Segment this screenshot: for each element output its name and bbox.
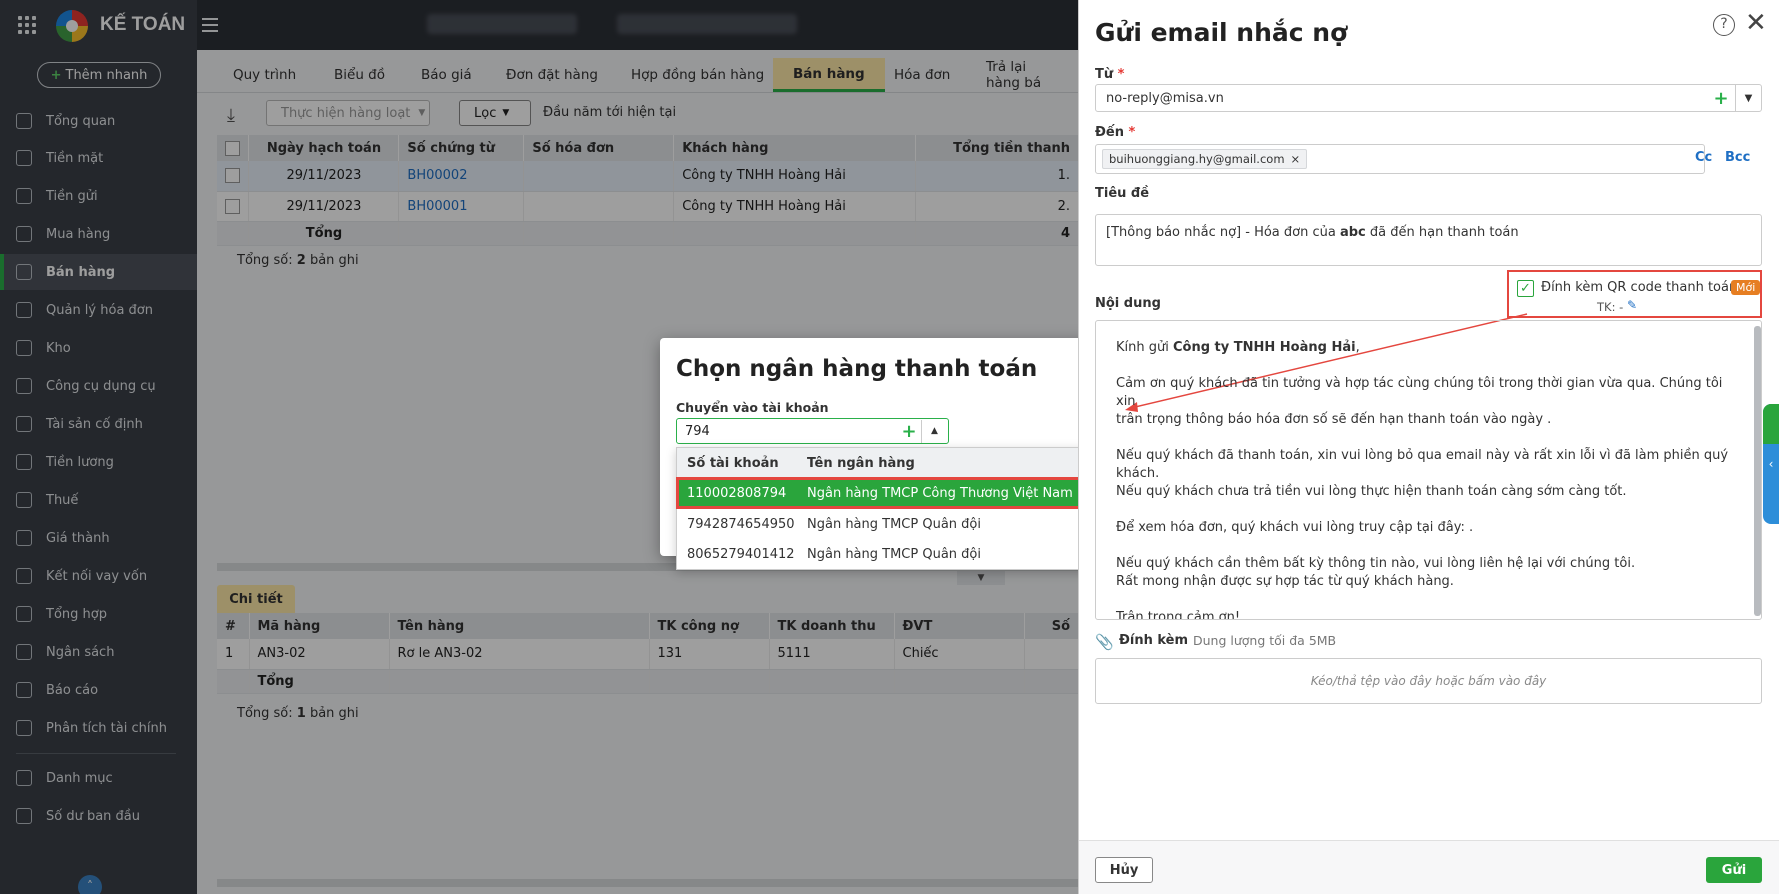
vertical-scrollbar[interactable] <box>1754 326 1761 616</box>
dropdown-option[interactable]: 110002808794 Ngân hàng TMCP Công Thương … <box>676 477 1117 509</box>
attach-label: Đính kèm <box>1119 633 1189 648</box>
paragraph-line: trân trọng thông báo hóa đơn số sẽ đến h… <box>1116 412 1552 427</box>
account-field-label: Chuyển vào tài khoản <box>676 400 829 415</box>
email-panel: Gửi email nhắc nợ ? ✕ Từ * no-reply@misa… <box>1078 0 1779 894</box>
attach-hint: Dung lượng tối đa 5MB <box>1193 633 1337 648</box>
caret-up-icon[interactable]: ▲ <box>921 419 947 443</box>
paragraph-line: Rất mong nhận được sự hợp tác từ quý khá… <box>1116 574 1454 589</box>
option-bank: Ngân hàng TMCP Quân đội <box>807 516 981 532</box>
paragraph: Để xem hóa đơn, quý khách vui lòng truy … <box>1116 520 1474 535</box>
close-icon[interactable]: ✕ <box>1745 10 1767 36</box>
option-account: 7942874654950 <box>687 516 795 532</box>
option-account: 8065279401412 <box>687 546 795 562</box>
dropdown-option[interactable]: 7942874654950 Ngân hàng TMCP Quân đội <box>677 509 1116 539</box>
greeting-suffix: , <box>1355 340 1360 355</box>
option-bank: Ngân hàng TMCP Quân đội <box>807 546 981 562</box>
paragraph-line: Nếu quý khách đã thanh toán, xin vui lòn… <box>1116 448 1729 481</box>
new-badge: Mới <box>1731 280 1761 295</box>
chevron-down-icon[interactable]: ▼ <box>1735 85 1761 111</box>
email-body-editor[interactable]: Kính gửi Công ty TNHH Hoàng Hải, Cảm ơn … <box>1095 320 1762 620</box>
thanks-line: Trân trọng cảm ơn! <box>1116 610 1241 620</box>
to-label: Đến * <box>1095 125 1135 140</box>
account-dropdown: Số tài khoản Tên ngân hàng 110002808794 … <box>676 447 1117 570</box>
plus-icon[interactable]: + <box>1707 88 1735 109</box>
from-field[interactable]: no-reply@misa.vn + ▼ <box>1095 84 1762 112</box>
remove-icon[interactable]: × <box>1291 152 1301 166</box>
greeting-prefix: Kính gửi <box>1116 340 1173 355</box>
subject-prefix: [Thông báo nhắc nợ] - Hóa đơn của <box>1106 225 1340 240</box>
greeting: Kính gửi Công ty TNHH Hoàng Hải, <box>1116 339 1741 357</box>
column-header: Tên ngân hàng <box>807 455 915 471</box>
greeting-name: Công ty TNHH Hoàng Hải <box>1172 340 1356 355</box>
send-button[interactable]: Gửi <box>1706 857 1762 883</box>
qr-label: Đính kèm QR code thanh toán <box>1541 280 1738 295</box>
cc-link[interactable]: Cc <box>1695 150 1712 165</box>
side-green-tab[interactable] <box>1763 404 1779 444</box>
column-header: Số tài khoản <box>687 455 779 471</box>
from-value: no-reply@misa.vn <box>1106 90 1224 106</box>
paragraph-line: Nếu quý khách cần thêm bất kỳ thông tin … <box>1116 556 1636 571</box>
paragraph: Nếu quý khách đã thanh toán, xin vui lòn… <box>1116 447 1741 501</box>
subject-label: Tiêu đề <box>1095 186 1150 201</box>
dialog-title: Chọn ngân hàng thanh toán <box>676 356 1038 382</box>
option-account: 110002808794 <box>687 485 787 501</box>
paragraph: Nếu quý khách cần thêm bất kỳ thông tin … <box>1116 555 1741 591</box>
chip-label: buihuonggiang.hy@gmail.com <box>1109 152 1285 166</box>
qr-account: TK: - <box>1597 300 1624 314</box>
to-field[interactable]: buihuonggiang.hy@gmail.com × <box>1095 144 1705 174</box>
paragraph: Cảm ơn quý khách đã tin tưởng và hợp tác… <box>1116 375 1741 429</box>
help-icon[interactable]: ? <box>1713 14 1735 36</box>
paragraph-line: Nếu quý khách chưa trả tiền vui lòng thự… <box>1116 484 1627 499</box>
file-drop-zone[interactable]: Kéo/thả tệp vào đây hoặc bấm vào đây <box>1095 658 1762 704</box>
label-text: Đến <box>1095 125 1124 140</box>
paperclip-icon: 📎 <box>1095 633 1114 651</box>
option-bank: Ngân hàng TMCP Công Thương Việt Nam <box>807 485 1073 501</box>
from-label: Từ * <box>1095 67 1124 82</box>
subject-suffix: đã đến hạn thanh toán <box>1365 225 1519 240</box>
panel-title: Gửi email nhắc nợ <box>1095 18 1348 47</box>
account-search-input[interactable] <box>677 420 897 442</box>
subject-text: [Thông báo nhắc nợ] - Hóa đơn của abc đã… <box>1106 225 1519 240</box>
panel-footer <box>1079 840 1779 894</box>
drop-hint: Kéo/thả tệp vào đây hoặc bấm vào đây <box>1310 674 1547 688</box>
bcc-link[interactable]: Bcc <box>1725 150 1750 165</box>
pencil-icon[interactable]: ✎ <box>1627 298 1637 312</box>
required-mark: * <box>1128 125 1136 140</box>
recipient-chip[interactable]: buihuonggiang.hy@gmail.com × <box>1102 149 1308 169</box>
cancel-button[interactable]: Hủy <box>1095 857 1153 883</box>
label-text: Từ <box>1095 67 1114 82</box>
dropdown-option[interactable]: 8065279401412 Ngân hàng TMCP Quân đội <box>677 539 1116 569</box>
dropdown-header: Số tài khoản Tên ngân hàng <box>677 448 1116 478</box>
subject-field[interactable]: [Thông báo nhắc nợ] - Hóa đơn của abc đã… <box>1095 214 1762 266</box>
plus-icon[interactable]: + <box>897 421 921 442</box>
required-mark: * <box>1117 67 1125 82</box>
account-combobox[interactable]: + ▲ <box>676 418 949 444</box>
paragraph-line: Cảm ơn quý khách đã tin tưởng và hợp tác… <box>1116 376 1723 409</box>
checkbox-checked-icon[interactable]: ✓ <box>1517 280 1534 297</box>
subject-bold: abc <box>1339 225 1366 240</box>
